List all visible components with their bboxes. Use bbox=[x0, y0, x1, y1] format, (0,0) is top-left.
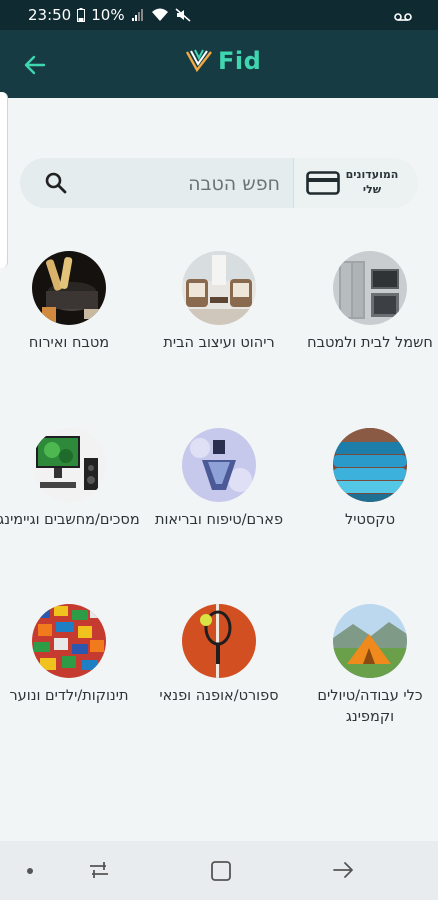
app-name: Fid bbox=[218, 47, 262, 75]
computer-photo bbox=[32, 428, 106, 502]
back-nav-icon[interactable] bbox=[332, 860, 356, 880]
category-kitchen[interactable]: מטבח ואירוח bbox=[0, 251, 144, 354]
app-logo: Fid bbox=[184, 46, 261, 76]
category-sport[interactable]: ספורט/אופנה ופנאי bbox=[144, 604, 294, 707]
voicemail-icon bbox=[394, 13, 412, 21]
category-furniture[interactable]: ריהוט ועיצוב הבית bbox=[144, 251, 294, 354]
furniture-photo bbox=[182, 251, 256, 325]
category-label: חשמל לבית ולמטבח bbox=[307, 335, 433, 351]
battery-percent: 10% bbox=[91, 6, 125, 24]
category-appliances[interactable]: חשמל לבית ולמטבח bbox=[295, 251, 438, 354]
perfume-photo bbox=[182, 428, 256, 502]
my-clubs-label: המועדונים שלי bbox=[345, 168, 399, 196]
category-tools[interactable]: כלי עבודה/טיולים וקמפינג bbox=[295, 604, 438, 728]
recent-apps-icon[interactable] bbox=[88, 860, 110, 880]
category-label: מטבח ואירוח bbox=[28, 335, 110, 351]
home-icon[interactable] bbox=[210, 860, 232, 882]
status-bar: 23:50 10% bbox=[0, 0, 438, 30]
category-label: תינוקות/ילדים ונוער bbox=[9, 688, 129, 704]
category-pharm[interactable]: פארם/טיפוח ובריאות bbox=[144, 428, 294, 531]
cookware-photo bbox=[32, 251, 106, 325]
credit-card-icon bbox=[306, 171, 340, 195]
category-label: ריהוט ועיצוב הבית bbox=[163, 335, 275, 351]
dot-icon[interactable] bbox=[26, 867, 34, 875]
category-label: כלי עבודה/טיולים וקמפינג bbox=[317, 688, 423, 725]
system-nav-bar bbox=[0, 841, 438, 900]
my-clubs-button[interactable]: המועדונים שלי bbox=[293, 158, 418, 208]
tennis-photo bbox=[182, 604, 256, 678]
category-label: מסכים/מחשבים וגיימינג bbox=[0, 512, 140, 528]
arrow-left-icon bbox=[24, 55, 46, 75]
search-icon[interactable] bbox=[44, 171, 68, 195]
lego-photo bbox=[32, 604, 106, 678]
mute-icon bbox=[175, 8, 191, 22]
tent-photo bbox=[333, 604, 407, 678]
app-header: Fid bbox=[0, 30, 438, 98]
towels-photo bbox=[333, 428, 407, 502]
category-label: פארם/טיפוח ובריאות bbox=[154, 512, 284, 528]
side-drawer-handle[interactable] bbox=[0, 92, 8, 268]
search-input[interactable] bbox=[108, 170, 282, 198]
fid-logo-icon bbox=[185, 49, 212, 73]
appliances-photo bbox=[333, 251, 407, 325]
signal-icon bbox=[131, 9, 143, 21]
category-textile[interactable]: טקסטיל bbox=[295, 428, 438, 531]
category-computers[interactable]: מסכים/מחשבים וגיימינג bbox=[0, 428, 144, 531]
search-bar: המועדונים שלי bbox=[20, 158, 418, 208]
category-label: ספורט/אופנה ופנאי bbox=[159, 688, 279, 704]
status-time: 23:50 bbox=[28, 6, 72, 24]
category-label: טקסטיל bbox=[345, 512, 395, 528]
battery-icon bbox=[77, 8, 86, 22]
wifi-icon bbox=[151, 8, 168, 21]
back-button[interactable] bbox=[20, 50, 50, 80]
category-kids[interactable]: תינוקות/ילדים ונוער bbox=[0, 604, 144, 707]
